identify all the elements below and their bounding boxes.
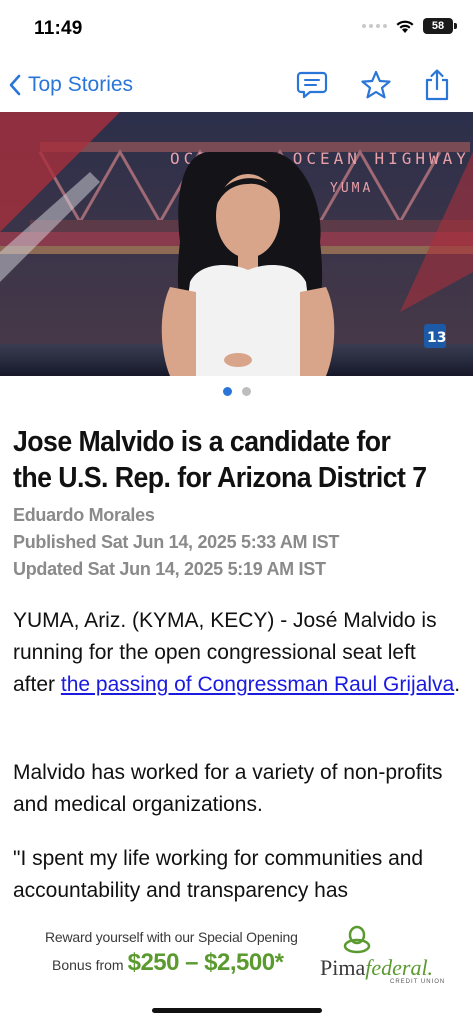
status-time: 11:49 <box>34 18 83 39</box>
ad-headline: Reward yourself with our Special Opening <box>45 929 298 945</box>
share-icon <box>425 69 449 101</box>
wifi-icon <box>396 20 414 33</box>
article-paragraph-3: "I spent my life working for communities… <box>13 847 424 902</box>
ad-brand-federal: federal. <box>365 955 434 980</box>
status-bar: 11:49 58 <box>0 0 473 56</box>
ad-brand-pima: Pima <box>320 955 366 980</box>
hero-image[interactable]: OCEAN TO OCEAN HIGHWAY YUMA 13 <box>0 112 473 376</box>
article-paragraph-2: Malvido has worked for a variety of non-… <box>13 761 443 816</box>
ad-amount: $250 – $2,500* <box>127 949 284 976</box>
pima-federal-logo: Pimafederal. CREDIT UNION <box>320 925 444 985</box>
back-button[interactable]: Top Stories <box>8 68 133 102</box>
article-published-date: Published Sat Jun 14, 2025 5:33 AM IST <box>13 532 340 552</box>
ad-offer: Bonus from $250 – $2,500* <box>52 949 284 977</box>
cellular-signal-icon <box>362 24 387 28</box>
article-headline: Jose Malvido is a candidate for the U.S.… <box>13 426 427 494</box>
share-button[interactable] <box>419 67 455 103</box>
carousel-dot-2[interactable] <box>241 387 251 396</box>
chevron-left-icon <box>9 74 21 96</box>
hero-illustration: OCEAN TO OCEAN HIGHWAY YUMA 13 <box>0 112 473 376</box>
carousel-dot-1[interactable] <box>222 387 232 396</box>
favorite-button[interactable] <box>358 67 394 103</box>
comments-button[interactable] <box>294 67 330 103</box>
status-indicators: 58 <box>362 18 457 34</box>
home-indicator[interactable] <box>152 1008 322 1013</box>
comment-icon <box>296 71 328 99</box>
article-author[interactable]: Eduardo Morales <box>13 505 155 526</box>
article-link[interactable]: the passing of Congressman Raul Grijalva <box>61 673 454 696</box>
ad-bonus-label: Bonus from <box>52 957 124 973</box>
ad-brand-sub: CREDIT UNION <box>390 979 446 985</box>
channel-badge: 13 <box>427 330 446 346</box>
star-icon <box>361 70 391 99</box>
ad-brand: Pimafederal. <box>320 955 433 981</box>
nav-bar: Top Stories <box>0 60 473 110</box>
battery-icon: 58 <box>423 18 457 34</box>
advertisement-banner[interactable]: Reward yourself with our Special Opening… <box>0 913 473 991</box>
back-button-label: Top Stories <box>28 73 134 96</box>
hero-sign-sub: YUMA <box>330 181 373 196</box>
pima-logo-icon <box>343 925 371 954</box>
paragraph-text: . <box>454 673 461 696</box>
article-paragraph-1: YUMA, Ariz. (KYMA, KECY) - José Malvido … <box>13 605 463 701</box>
article-updated-date: Updated Sat Jun 14, 2025 5:19 AM IST <box>13 559 326 579</box>
carousel-indicator[interactable] <box>0 387 473 396</box>
